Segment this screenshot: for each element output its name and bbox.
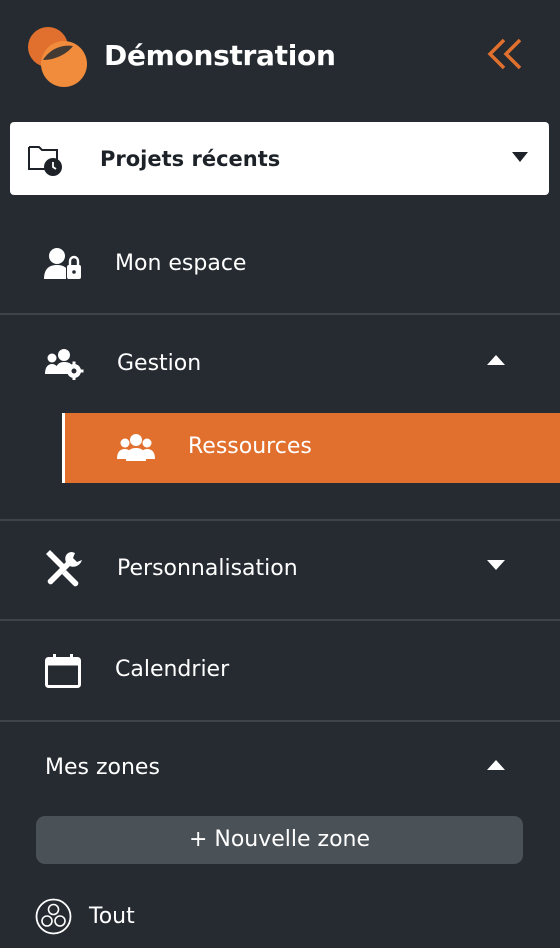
divider [0, 720, 560, 722]
caret-up-icon[interactable] [487, 354, 505, 366]
caret-down-icon[interactable] [487, 559, 505, 571]
sidebar-header: Démonstration [0, 0, 560, 110]
zone-item-tout[interactable]: Tout [0, 894, 560, 942]
caret-down-icon [512, 152, 528, 162]
nav-label-gestion: Gestion [117, 351, 202, 376]
user-lock-icon [44, 248, 81, 279]
circles-icon [35, 898, 72, 935]
users-gear-icon [45, 349, 84, 380]
users-group-icon [117, 434, 155, 461]
nav-subitem-ressources[interactable]: Ressources [62, 413, 560, 483]
recent-projects-label: Projets récents [100, 147, 281, 171]
divider [0, 313, 560, 315]
calendar-icon [45, 654, 81, 688]
app-logo[interactable] [27, 26, 87, 88]
nav-item-personnalisation[interactable]: Personnalisation [0, 536, 560, 606]
divider [0, 619, 560, 621]
nav-label-ressources: Ressources [188, 434, 312, 459]
nav-item-mon-espace[interactable]: Mon espace [0, 230, 560, 300]
divider [0, 519, 560, 521]
folder-clock-icon [28, 146, 62, 176]
app-title: Démonstration [104, 39, 336, 72]
nav-item-gestion[interactable]: Gestion [0, 330, 560, 400]
double-chevron-left-icon[interactable] [486, 36, 526, 72]
zones-section-title: Mes zones [45, 755, 160, 780]
recent-projects-dropdown[interactable]: Projets récents [10, 122, 549, 195]
new-zone-button[interactable]: + Nouvelle zone [36, 816, 523, 864]
nav-item-calendrier[interactable]: Calendrier [0, 636, 560, 706]
nav-label-mon-espace: Mon espace [115, 251, 247, 276]
zone-label-tout: Tout [89, 904, 135, 929]
caret-up-icon[interactable] [487, 759, 505, 771]
nav-label-personnalisation: Personnalisation [117, 556, 298, 581]
nav-label-calendrier: Calendrier [115, 657, 230, 682]
tools-icon [46, 550, 82, 587]
